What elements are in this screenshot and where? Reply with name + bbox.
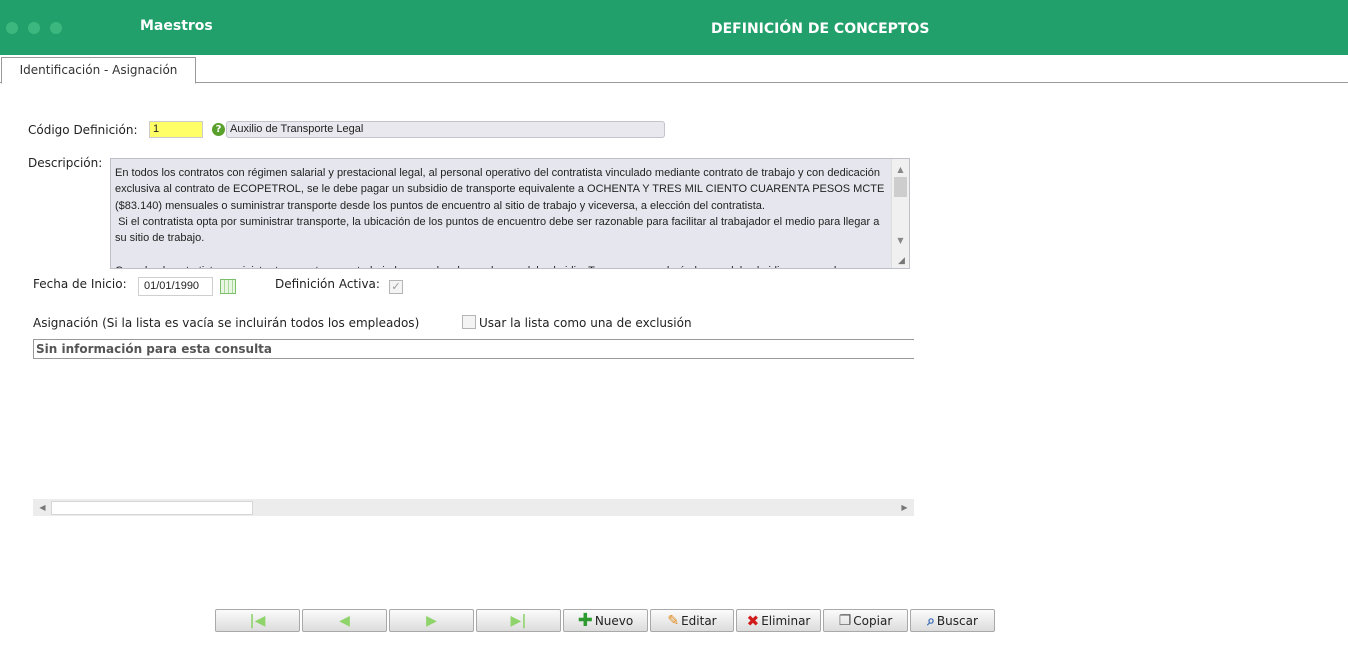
descripcion-scrollbar[interactable]: ▲ ▼ (891, 159, 909, 268)
eliminar-button[interactable]: ✖ Eliminar (736, 609, 821, 632)
descripcion-text: En todos los contratos con régimen salar… (115, 167, 885, 268)
search-icon: ⌕ (927, 612, 935, 629)
app-title: Maestros (140, 18, 213, 34)
asignacion-label: Asignación (Si la lista es vacía se incl… (33, 316, 420, 330)
scroll-left-icon[interactable]: ◀ (35, 501, 50, 515)
next-record-button[interactable]: ▶ (389, 609, 474, 632)
buscar-label: Buscar (936, 613, 978, 628)
nombre-field[interactable]: Auxilio de Transporte Legal (226, 121, 665, 138)
last-record-icon: ▶| (510, 612, 527, 629)
calendar-icon[interactable] (220, 279, 236, 294)
scroll-down-icon[interactable]: ▼ (893, 233, 908, 248)
scroll-right-icon[interactable]: ▶ (897, 501, 912, 515)
prev-record-button[interactable]: ◀ (302, 609, 387, 632)
help-icon[interactable]: ? (212, 123, 225, 136)
copy-icon: ❐ (838, 612, 852, 629)
tab-strip-divider (0, 82, 1348, 83)
window-dot-3[interactable] (50, 22, 62, 34)
activa-label: Definición Activa: (275, 277, 380, 291)
descripcion-textarea[interactable]: En todos los contratos con régimen salar… (110, 158, 910, 269)
buscar-button[interactable]: ⌕ Buscar (910, 609, 995, 632)
first-record-icon: |◀ (249, 612, 266, 629)
header-bar: Maestros DEFINICIÓN DE CONCEPTOS (0, 0, 1348, 55)
eliminar-label: Eliminar (761, 613, 811, 628)
codigo-label: Código Definición: (28, 123, 138, 137)
window-controls (6, 22, 62, 34)
nuevo-button[interactable]: ✚ Nuevo (563, 609, 648, 632)
asignacion-grid-empty-message: Sin información para esta consulta (33, 339, 914, 359)
grid-horizontal-scrollbar[interactable]: ◀ ▶ (33, 499, 914, 516)
window-dot-2[interactable] (28, 22, 40, 34)
tab-identificacion-asignacion[interactable]: Identificación - Asignación (1, 57, 196, 84)
fecha-label: Fecha de Inicio: (33, 277, 127, 291)
arrow-right-icon: ▶ (426, 612, 437, 629)
resize-grip-icon[interactable]: ◢ (898, 257, 907, 266)
activa-checkbox[interactable]: ✓ (389, 280, 403, 294)
last-record-button[interactable]: ▶| (476, 609, 561, 632)
fecha-input[interactable]: 01/01/1990 (138, 277, 213, 296)
editar-label: Editar (681, 613, 717, 628)
scroll-up-icon[interactable]: ▲ (893, 162, 908, 177)
grid-scroll-thumb[interactable] (51, 501, 253, 515)
descripcion-label: Descripción: (28, 156, 103, 170)
copiar-label: Copiar (853, 613, 893, 628)
exclusion-label: Usar la lista como una de exclusión (479, 316, 692, 330)
plus-icon: ✚ (577, 609, 593, 631)
arrow-left-icon: ◀ (339, 612, 350, 629)
delete-x-icon: ✖ (746, 611, 760, 630)
codigo-input[interactable]: 1 (149, 121, 203, 138)
copiar-button[interactable]: ❐ Copiar (823, 609, 908, 632)
scroll-thumb[interactable] (894, 177, 907, 197)
window-dot-1[interactable] (6, 22, 18, 34)
exclusion-checkbox[interactable] (462, 315, 476, 329)
page-title: DEFINICIÓN DE CONCEPTOS (711, 21, 930, 37)
editar-button[interactable]: ✎ Editar (650, 609, 734, 632)
pencil-icon: ✎ (667, 612, 680, 629)
nuevo-label: Nuevo (594, 613, 634, 628)
first-record-button[interactable]: |◀ (215, 609, 300, 632)
